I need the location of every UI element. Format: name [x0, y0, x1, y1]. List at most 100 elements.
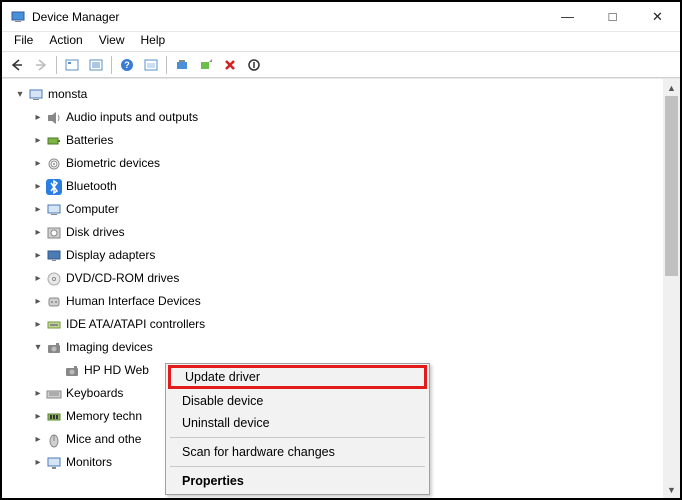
computer-icon [46, 202, 62, 218]
category-label: Human Interface Devices [66, 293, 201, 310]
menu-help[interactable]: Help [133, 32, 174, 51]
menu-view[interactable]: View [91, 32, 133, 51]
expand-icon[interactable]: ▸ [30, 386, 46, 402]
category-label: IDE ATA/ATAPI controllers [66, 316, 205, 333]
root-node[interactable]: ▾ monsta [6, 83, 680, 106]
view-button[interactable] [140, 54, 162, 76]
disable-button[interactable] [243, 54, 265, 76]
category-node[interactable]: ▸ Display adapters [6, 244, 680, 267]
help-button[interactable]: ? [116, 54, 138, 76]
expand-icon[interactable]: ▸ [30, 455, 46, 471]
category-node[interactable]: ▸ DVD/CD-ROM drives [6, 267, 680, 290]
cm-separator [170, 466, 425, 467]
battery-icon [46, 133, 62, 149]
menu-action[interactable]: Action [41, 32, 90, 51]
cm-disable-device[interactable]: Disable device [168, 390, 427, 412]
properties-button[interactable] [85, 54, 107, 76]
category-node[interactable]: ▸ Computer [6, 198, 680, 221]
category-label: Biometric devices [66, 155, 160, 172]
scroll-down-icon[interactable]: ▼ [663, 481, 680, 498]
menu-file[interactable]: File [6, 32, 41, 51]
expand-icon[interactable]: ▸ [30, 409, 46, 425]
category-node[interactable]: ▸ Audio inputs and outputs [6, 106, 680, 129]
expand-icon[interactable]: ▸ [30, 179, 46, 195]
expand-icon[interactable]: ▸ [30, 317, 46, 333]
maximize-button[interactable]: □ [590, 2, 635, 31]
context-menu: Update driver Disable device Uninstall d… [165, 363, 430, 495]
uninstall-button[interactable] [219, 54, 241, 76]
camera-icon [64, 363, 80, 379]
dvd-icon [46, 271, 62, 287]
spacer [48, 363, 64, 379]
app-icon [10, 9, 26, 25]
cm-separator [170, 437, 425, 438]
scan-hardware-button[interactable] [195, 54, 217, 76]
toolbar-separator [56, 56, 57, 74]
scroll-thumb[interactable] [665, 96, 678, 276]
cm-update-driver[interactable]: Update driver [168, 365, 427, 389]
category-label: DVD/CD-ROM drives [66, 270, 179, 287]
expand-icon[interactable]: ▸ [30, 202, 46, 218]
titlebar: Device Manager — □ ✕ [2, 2, 680, 32]
toolbar: ? [2, 52, 680, 78]
memory-icon [46, 409, 62, 425]
keyboard-icon [46, 386, 62, 402]
bluetooth-icon [46, 179, 62, 195]
root-label: monsta [48, 86, 87, 103]
cm-properties[interactable]: Properties [168, 470, 427, 492]
expand-icon[interactable]: ▸ [30, 110, 46, 126]
minimize-button[interactable]: — [545, 2, 590, 31]
forward-button[interactable] [30, 54, 52, 76]
toolbar-separator [166, 56, 167, 74]
category-label: Disk drives [66, 224, 125, 241]
category-label: Bluetooth [66, 178, 117, 195]
expand-icon[interactable]: ▸ [30, 133, 46, 149]
category-label: Imaging devices [66, 339, 153, 356]
expand-icon[interactable]: ▸ [30, 248, 46, 264]
category-label: Computer [66, 201, 119, 218]
menubar: File Action View Help [2, 32, 680, 52]
category-node[interactable]: ▸ Batteries [6, 129, 680, 152]
cm-uninstall-device[interactable]: Uninstall device [168, 412, 427, 434]
biometric-icon [46, 156, 62, 172]
expand-icon[interactable]: ▸ [30, 225, 46, 241]
back-button[interactable] [6, 54, 28, 76]
category-label: Batteries [66, 132, 113, 149]
category-label: Mice and othe [66, 431, 141, 448]
imaging-icon [46, 340, 62, 356]
svg-text:?: ? [124, 60, 130, 70]
category-node[interactable]: ▸ Disk drives [6, 221, 680, 244]
collapse-icon[interactable]: ▾ [30, 340, 46, 356]
expand-icon[interactable]: ▸ [30, 294, 46, 310]
toolbar-separator [111, 56, 112, 74]
category-node[interactable]: ▸ Human Interface Devices [6, 290, 680, 313]
category-node[interactable]: ▸ IDE ATA/ATAPI controllers [6, 313, 680, 336]
monitor-icon [46, 455, 62, 471]
mouse-icon [46, 432, 62, 448]
cm-scan-hardware[interactable]: Scan for hardware changes [168, 441, 427, 463]
vertical-scrollbar[interactable]: ▲ ▼ [663, 79, 680, 498]
category-node[interactable]: ▾ Imaging devices [6, 336, 680, 359]
category-label: Memory techn [66, 408, 142, 425]
expand-icon[interactable]: ▸ [30, 432, 46, 448]
scroll-up-icon[interactable]: ▲ [663, 79, 680, 96]
disk-icon [46, 225, 62, 241]
expand-icon[interactable]: ▸ [30, 156, 46, 172]
hid-icon [46, 294, 62, 310]
window-title: Device Manager [32, 10, 545, 24]
collapse-icon[interactable]: ▾ [12, 87, 28, 103]
expand-icon[interactable]: ▸ [30, 271, 46, 287]
category-label: Monitors [66, 454, 112, 471]
show-hidden-button[interactable] [61, 54, 83, 76]
ide-icon [46, 317, 62, 333]
category-label: Audio inputs and outputs [66, 109, 198, 126]
device-label: HP HD Web [84, 362, 149, 379]
category-node[interactable]: ▸ Biometric devices [6, 152, 680, 175]
category-node[interactable]: ▸ Bluetooth [6, 175, 680, 198]
computer-icon [28, 87, 44, 103]
category-label: Keyboards [66, 385, 123, 402]
device-tree-container: ▾ monsta ▸ Audio inputs and outputs ▸ Batte… [2, 78, 680, 498]
category-label: Display adapters [66, 247, 155, 264]
close-button[interactable]: ✕ [635, 2, 680, 31]
update-driver-button[interactable] [171, 54, 193, 76]
